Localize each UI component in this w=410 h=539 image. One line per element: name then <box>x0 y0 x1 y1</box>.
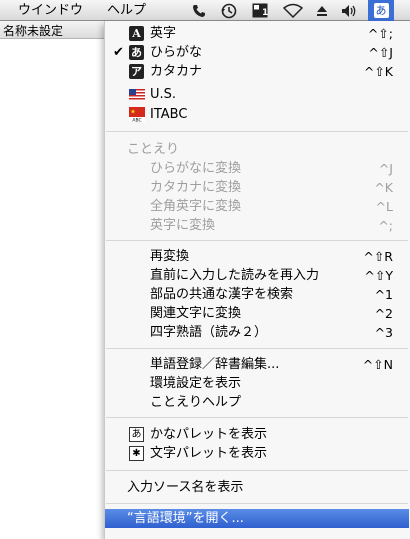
menu-item-us[interactable]: U.S. <box>105 85 409 104</box>
menu-item-label: 四字熟語（読み２） <box>150 325 268 340</box>
menu-item-label: 関連文字に変換 <box>150 306 242 321</box>
menu-item-label: かなパレットを表示 <box>150 427 268 442</box>
us-flag-icon <box>129 87 145 102</box>
shortcut-label: ^J <box>378 161 393 176</box>
menu-item-word-register[interactable]: 単語登録／辞書編集... ^⇧N <box>105 355 409 374</box>
svg-text:ABC: ABC <box>132 118 141 123</box>
menu-window[interactable]: ウインドウ <box>18 1 83 20</box>
eject-icon[interactable] <box>314 2 330 19</box>
menu-item-convert-eiji[interactable]: 英字に変換 ^; <box>105 216 409 235</box>
menu-item-convert-hiragana[interactable]: ひらがなに変換 ^J <box>105 159 409 178</box>
menu-item-preferences[interactable]: 環境設定を表示 <box>105 374 409 393</box>
checkmark-icon: ✔ <box>113 45 124 60</box>
menu-item-hiragana[interactable]: ✔ あ ひらがな ^⇧J <box>105 43 409 62</box>
menu-separator <box>106 131 408 132</box>
window-title: 名称未設定 <box>3 24 64 38</box>
menu-item-label: ITABC <box>150 107 188 122</box>
menu-item-open-language-text[interactable]: “言語環境”を開く... <box>105 509 409 528</box>
menu-bar: ウインドウ ヘルプ 1 あ <box>0 0 410 21</box>
menu-item-related-chars[interactable]: 関連文字に変換 ^2 <box>105 304 409 323</box>
menu-separator <box>106 470 408 471</box>
menu-item-label: 環境設定を表示 <box>150 376 242 391</box>
hiragana-mode-icon: あ <box>129 45 144 60</box>
menu-item-label: 部品の共通な漢字を検索 <box>150 287 294 302</box>
shortcut-label: ^⇧J <box>368 45 393 60</box>
menu-separator <box>106 240 408 241</box>
menu-item-label: 単語登録／辞書編集... <box>150 357 280 372</box>
shortcut-label: ^L <box>375 199 393 214</box>
menu-item-char-palette[interactable]: ✱ 文字パレットを表示 <box>105 444 409 463</box>
volume-icon[interactable] <box>340 2 360 19</box>
menu-item-label: U.S. <box>150 87 177 102</box>
menu-item-convert-fullwidth[interactable]: 全角英字に変換 ^L <box>105 197 409 216</box>
wifi-icon[interactable] <box>282 2 304 19</box>
menu-item-label: ひらがなに変換 <box>150 161 242 176</box>
menu-item-label: 英字に変換 <box>150 218 216 233</box>
svg-text:1: 1 <box>262 8 268 18</box>
phone-icon[interactable] <box>190 2 208 19</box>
alphabet-mode-icon: A <box>129 26 144 41</box>
menu-item-convert-katakana[interactable]: カタカナに変換 ^K <box>105 178 409 197</box>
shortcut-label: ^1 <box>374 287 393 302</box>
menu-item-itabc[interactable]: ABC ITABC <box>105 105 409 124</box>
shortcut-label: ^⇧Y <box>364 268 393 283</box>
input-menu-icon[interactable]: あ <box>368 0 394 21</box>
shortcut-label: ^K <box>374 180 393 195</box>
menu-item-label: “言語環境”を開く... <box>127 511 244 526</box>
menu-item-show-source-name[interactable]: 入力ソース名を表示 <box>105 478 409 497</box>
shortcut-label: ^; <box>378 218 393 233</box>
menu-item-label: ひらがな <box>150 45 203 60</box>
menu-item-label: 英字 <box>150 26 177 41</box>
menu-item-search-kanji[interactable]: 部品の共通な漢字を検索 ^1 <box>105 285 409 304</box>
menu-item-kotoeri-help[interactable]: ことえりヘルプ <box>105 393 409 412</box>
menu-item-reconvert[interactable]: 再変換 ^⇧R <box>105 247 409 266</box>
menu-item-label: 全角英字に変換 <box>150 199 242 214</box>
menu-item-label: 文字パレットを表示 <box>150 446 268 461</box>
menu-item-katakana[interactable]: ア カタカナ ^⇧K <box>105 62 409 81</box>
menu-separator <box>106 417 408 418</box>
itabc-flag-icon: ABC <box>129 107 145 124</box>
shortcut-label: ^3 <box>374 325 393 340</box>
menu-separator <box>106 503 408 504</box>
menu-item-label: カタカナに変換 <box>150 180 242 195</box>
menu-item-label: ことえりヘルプ <box>150 395 242 410</box>
shortcut-label: ^⇧N <box>362 357 393 372</box>
time-machine-icon[interactable] <box>219 2 239 19</box>
input-menu-dropdown: A 英字 ^⇧; ✔ あ ひらがな ^⇧J ア カタカナ ^⇧K U.S. AB… <box>104 21 410 539</box>
menu-item-label: 再変換 <box>150 249 190 264</box>
character-palette-icon: ✱ <box>129 446 144 461</box>
spaces-icon[interactable]: 1 <box>250 2 270 19</box>
shortcut-label: ^⇧K <box>363 64 393 79</box>
kotoeri-section-header: ことえり <box>105 140 409 159</box>
menu-item-label: 直前に入力した読みを再入力 <box>150 268 320 283</box>
section-header-label: ことえり <box>127 142 180 157</box>
menu-separator <box>106 348 408 349</box>
menu-help[interactable]: ヘルプ <box>107 1 146 20</box>
katakana-mode-icon: ア <box>129 64 144 79</box>
kana-palette-icon: あ <box>129 427 144 442</box>
hiragana-icon: あ <box>373 3 389 18</box>
menu-item-label: 入力ソース名を表示 <box>127 480 244 495</box>
menu-item-label: カタカナ <box>150 64 203 79</box>
menu-item-eiji[interactable]: A 英字 ^⇧; <box>105 24 409 43</box>
menu-item-reinput[interactable]: 直前に入力した読みを再入力 ^⇧Y <box>105 266 409 285</box>
menu-item-kana-palette[interactable]: あ かなパレットを表示 <box>105 425 409 444</box>
shortcut-label: ^2 <box>374 306 393 321</box>
shortcut-label: ^⇧; <box>367 26 393 41</box>
menu-item-yojijukugo[interactable]: 四字熟語（読み２） ^3 <box>105 323 409 342</box>
shortcut-label: ^⇧R <box>363 249 393 264</box>
